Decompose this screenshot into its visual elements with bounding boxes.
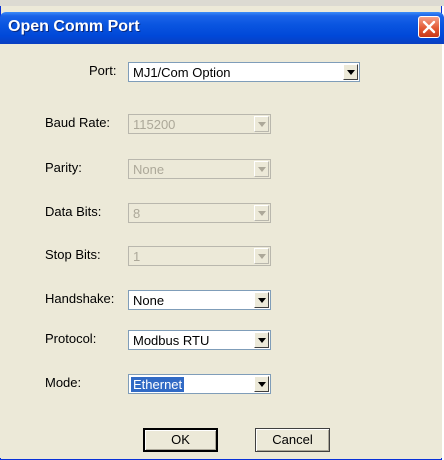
protocol-dropdown-button[interactable] — [254, 332, 269, 348]
stop-bits-dropdown-button[interactable] — [254, 248, 269, 264]
chevron-down-icon — [258, 211, 266, 216]
parity-dropdown-button[interactable] — [254, 161, 269, 177]
baud-rate-select[interactable]: 115200 — [128, 114, 271, 134]
protocol-select[interactable]: Modbus RTU — [128, 330, 271, 350]
mode-value: Ethernet — [131, 377, 185, 392]
baud-rate-label: Baud Rate: — [45, 115, 111, 130]
port-dropdown-button[interactable] — [343, 64, 358, 80]
data-bits-select[interactable]: 8 — [128, 203, 271, 223]
handshake-label: Handshake: — [45, 291, 115, 306]
baud-rate-dropdown-button[interactable] — [254, 116, 269, 132]
port-select[interactable]: MJ1/Com Option — [128, 62, 360, 82]
chevron-down-icon — [258, 298, 266, 303]
parity-value: None — [133, 162, 165, 177]
mode-select[interactable]: Ethernet — [128, 374, 271, 394]
close-button[interactable] — [418, 16, 440, 38]
mode-dropdown-button[interactable] — [254, 376, 269, 392]
cancel-button[interactable]: Cancel — [255, 428, 330, 452]
stop-bits-label: Stop Bits: — [45, 247, 101, 262]
chevron-down-icon — [258, 122, 266, 127]
port-value: MJ1/Com Option — [133, 65, 231, 80]
protocol-value: Modbus RTU — [133, 333, 210, 348]
data-bits-dropdown-button[interactable] — [254, 205, 269, 221]
dialog-body: Port: MJ1/Com Option Baud Rate: 115200 P… — [0, 44, 442, 458]
baud-rate-value: 115200 — [133, 117, 176, 132]
handshake-select[interactable]: None — [128, 290, 271, 310]
ok-button[interactable]: OK — [143, 428, 218, 452]
chevron-down-icon — [258, 382, 266, 387]
chevron-down-icon — [347, 70, 355, 75]
handshake-dropdown-button[interactable] — [254, 292, 269, 308]
title-bar[interactable]: Open Comm Port — [0, 12, 444, 44]
protocol-label: Protocol: — [45, 331, 97, 346]
data-bits-label: Data Bits: — [45, 204, 102, 219]
handshake-value: None — [133, 293, 165, 308]
parity-label: Parity: — [45, 160, 82, 175]
chevron-down-icon — [258, 338, 266, 343]
port-label: Port: — [89, 63, 117, 78]
chevron-down-icon — [258, 254, 266, 259]
stop-bits-select[interactable]: 1 — [128, 246, 271, 266]
window-title: Open Comm Port — [8, 18, 140, 35]
stop-bits-value: 1 — [133, 249, 141, 264]
close-icon — [422, 20, 436, 34]
chevron-down-icon — [258, 167, 266, 172]
mode-label: Mode: — [45, 375, 82, 390]
parity-select[interactable]: None — [128, 159, 271, 179]
mode-value-wrapper: Ethernet — [131, 377, 185, 392]
data-bits-value: 8 — [133, 206, 141, 221]
